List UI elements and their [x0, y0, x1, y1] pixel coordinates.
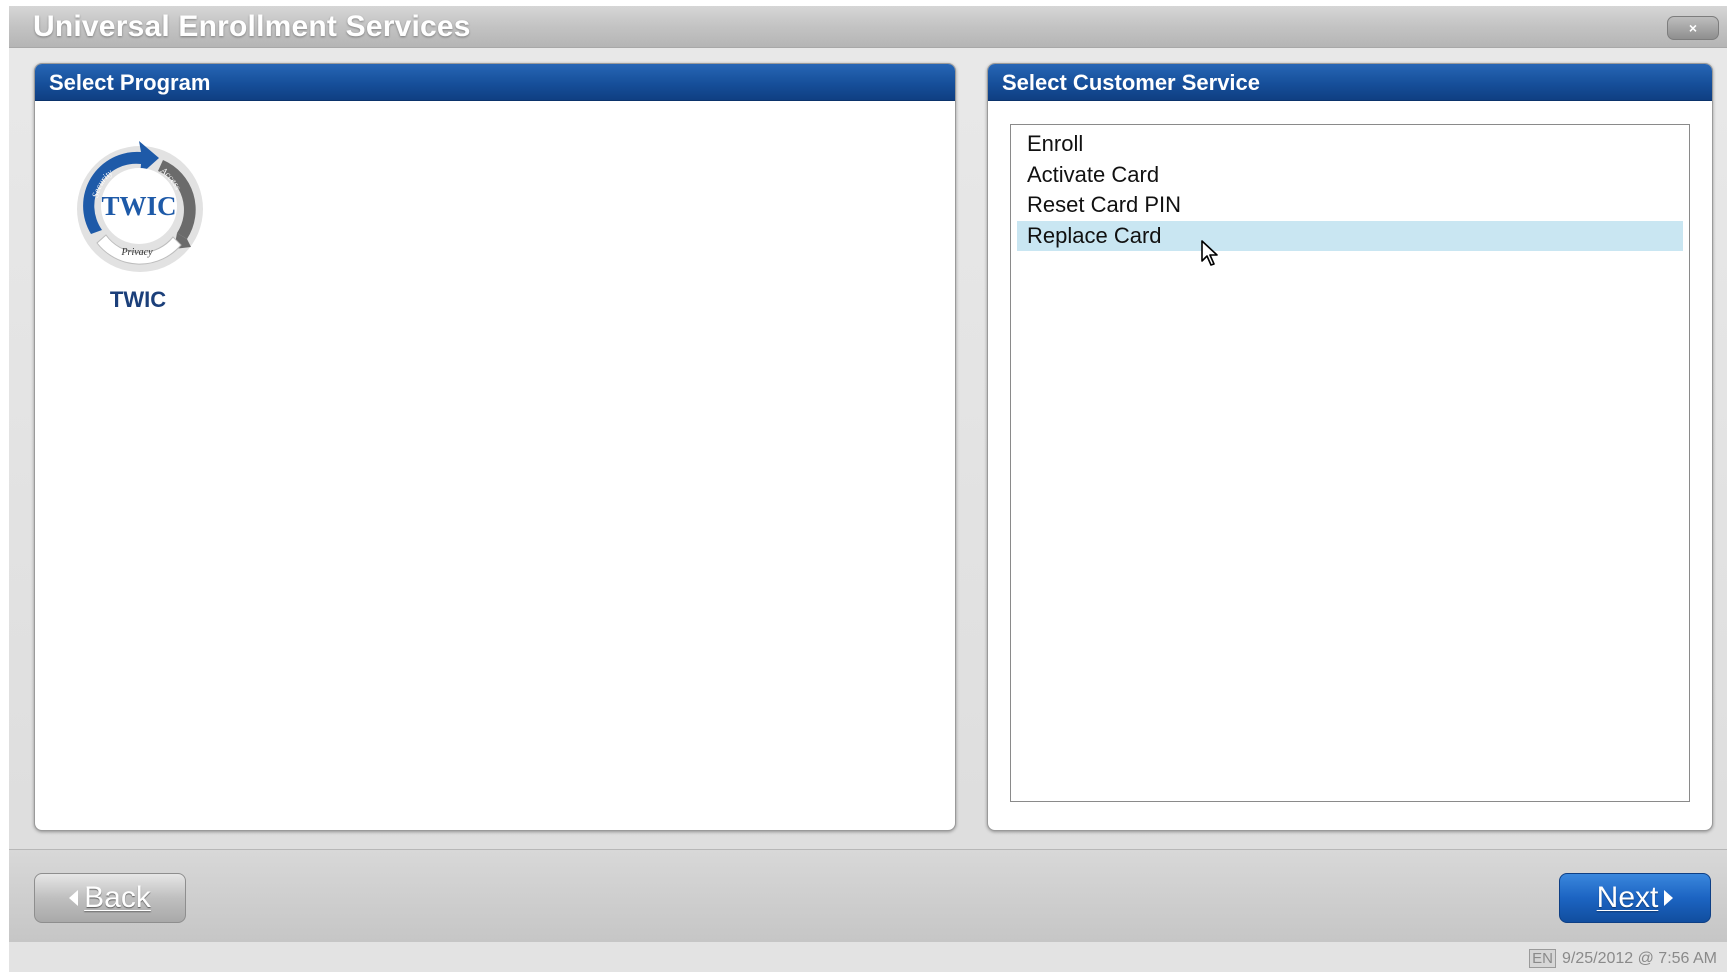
- select-program-header: Select Program: [35, 64, 955, 101]
- service-list[interactable]: Enroll Activate Card Reset Card PIN Repl…: [1010, 124, 1690, 802]
- navigation-bar: Back Next: [9, 849, 1727, 942]
- twic-logo-text: TWIC: [101, 191, 176, 221]
- back-arrow-icon: [69, 890, 79, 906]
- status-info: EN 9/25/2012 @ 7:56 AM: [1529, 949, 1717, 968]
- twic-logo-icon: TWIC Security Access Privacy: [77, 141, 203, 272]
- status-bar: EN 9/25/2012 @ 7:56 AM: [9, 942, 1727, 972]
- back-button-label: Back: [84, 881, 151, 914]
- close-button[interactable]: ×: [1667, 16, 1719, 40]
- select-program-panel: Select Program TWIC Security Access Priv…: [34, 63, 956, 831]
- mouse-pointer-icon: [1201, 240, 1218, 266]
- program-label-twic: TWIC: [109, 287, 167, 312]
- service-item-enroll[interactable]: Enroll: [1017, 129, 1683, 160]
- next-button-label: Next: [1596, 881, 1659, 914]
- twic-logo-word-privacy: Privacy: [120, 247, 153, 258]
- next-button[interactable]: Next: [1559, 873, 1711, 923]
- next-arrow-icon: [1664, 890, 1674, 906]
- back-button[interactable]: Back: [34, 873, 186, 923]
- app-title: Universal Enrollment Services: [33, 10, 471, 43]
- close-icon: ×: [1688, 20, 1698, 36]
- status-datetime: 9/25/2012 @ 7:56 AM: [1561, 949, 1717, 967]
- language-indicator[interactable]: EN: [1529, 949, 1556, 968]
- service-item-activate-card[interactable]: Activate Card: [1017, 160, 1683, 191]
- select-customer-service-panel: Select Customer Service Enroll Activate …: [987, 63, 1713, 831]
- service-item-reset-card-pin[interactable]: Reset Card PIN: [1017, 190, 1683, 221]
- select-customer-service-header: Select Customer Service: [988, 64, 1712, 101]
- app-window: Universal Enrollment Services × Select P…: [9, 6, 1727, 972]
- title-bar: Universal Enrollment Services ×: [9, 6, 1727, 48]
- program-tile-twic[interactable]: TWIC Security Access Privacy TWIC: [63, 131, 213, 321]
- service-item-replace-card[interactable]: Replace Card: [1017, 220, 1683, 251]
